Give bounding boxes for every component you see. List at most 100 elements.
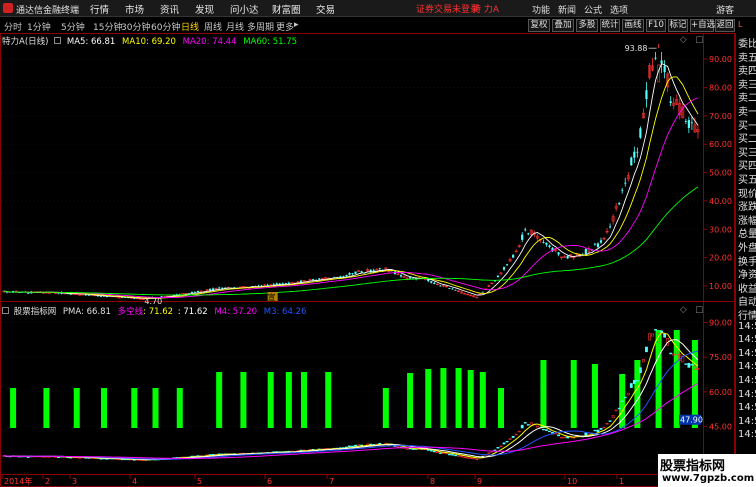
signal-bar — [240, 372, 247, 428]
sub-candle — [411, 448, 415, 450]
x-tick-label: 6 — [267, 477, 272, 486]
guest-label[interactable]: 游客 — [716, 3, 734, 16]
sub-candle — [642, 359, 645, 363]
signal-bar — [655, 330, 662, 428]
kline-chart[interactable]: 90.00 80.00 70.00 60.00 50.00 40.00 30.00 20.00… — [0, 33, 735, 487]
diamond-icon-sub[interactable]: ◇ — [680, 305, 687, 315]
candle-body — [599, 240, 603, 243]
sub-candle — [523, 422, 527, 424]
candle-body — [593, 243, 597, 245]
sub-candle — [663, 333, 667, 338]
candle-body — [439, 285, 442, 287]
sub-candle — [520, 424, 524, 429]
sub-candle — [648, 333, 651, 341]
sub-candle — [511, 435, 515, 438]
diamond-icon[interactable]: ◇ — [680, 35, 687, 45]
period-tick[interactable]: 分时 — [4, 20, 22, 33]
menu-options[interactable]: 选项 — [610, 3, 628, 16]
ma20-label: MA20: 74.44 — [182, 37, 237, 47]
grid-icon[interactable] — [54, 37, 62, 44]
period-30min[interactable]: 30分钟 — [121, 20, 150, 33]
grid-icon-sub[interactable] — [2, 307, 9, 314]
signal-bar — [407, 373, 414, 428]
side-item[interactable]: 14:5 — [738, 321, 756, 332]
overlay-button[interactable]: 叠加 — [552, 19, 574, 32]
side-item[interactable]: 14:5 — [738, 402, 756, 413]
main-corner-marks[interactable]: ◇ □ — [680, 35, 703, 45]
sub-candle — [629, 383, 633, 388]
candle-body — [596, 243, 600, 247]
m3-label: M3: 64.26 — [263, 307, 307, 317]
menu-news[interactable]: 资讯 — [160, 2, 179, 16]
candle-body — [660, 60, 663, 64]
side-item[interactable]: 14:5 — [738, 361, 756, 372]
menu-market[interactable]: 市场 — [125, 2, 144, 16]
ma5-line — [3, 63, 699, 299]
square-icon-sub[interactable]: □ — [695, 305, 703, 315]
sub-candle — [466, 457, 470, 459]
signal-bar — [10, 388, 17, 428]
stats-button[interactable]: 统计 — [600, 19, 620, 32]
sub-y-tick-label: 60.00 — [709, 388, 732, 397]
period-multi[interactable]: 多周期 — [247, 20, 274, 33]
sub-candle — [593, 429, 597, 432]
period-15min[interactable]: 15分钟 — [93, 20, 122, 33]
square-icon[interactable]: □ — [695, 35, 703, 45]
x-tick-label: 2 — [45, 477, 50, 486]
period-monthly[interactable]: 月线 — [226, 20, 244, 33]
period-weekly[interactable]: 周线 — [204, 20, 222, 33]
candle-body — [618, 203, 621, 205]
menu-quotes[interactable]: 行情 — [90, 2, 109, 16]
sub-corner-marks[interactable]: ◇ □ — [680, 305, 703, 315]
add-favorite-button[interactable]: +自选 — [690, 19, 715, 32]
menu-formula[interactable]: 公式 — [584, 3, 602, 16]
adjust-button[interactable]: 复权 — [528, 19, 550, 32]
menu-ask[interactable]: 问小达 — [230, 2, 259, 16]
menu-function[interactable]: 功能 — [532, 3, 550, 16]
app-logo-icon — [3, 3, 13, 13]
sub-candle — [557, 434, 560, 437]
candle-body — [621, 189, 624, 191]
side-item[interactable]: 14:5 — [738, 348, 756, 359]
candle-body — [345, 274, 348, 277]
menu-discover[interactable]: 发现 — [195, 2, 214, 16]
f10-button[interactable]: F10 — [646, 19, 666, 32]
sub-candle — [435, 451, 439, 454]
menu-trade[interactable]: 交易 — [316, 2, 335, 16]
candle-body — [542, 242, 545, 243]
sub-candle — [614, 409, 618, 412]
side-item[interactable]: 14:5 — [738, 389, 756, 400]
period-60min[interactable]: 60分钟 — [151, 20, 180, 33]
draw-button[interactable]: 画线 — [622, 19, 644, 32]
sub-candle — [529, 422, 533, 426]
menu-news2[interactable]: 新闻 — [558, 3, 576, 16]
period-1min[interactable]: 1分钟 — [27, 20, 51, 33]
y-tick-label: 90.00 — [709, 55, 732, 64]
period-daily[interactable]: 日线 — [181, 20, 199, 33]
candle-body — [263, 284, 267, 287]
side-item[interactable]: 14:5 — [738, 375, 756, 386]
candle-body — [496, 275, 500, 278]
side-item[interactable]: 14:5 — [738, 429, 756, 440]
signal-bar — [176, 388, 183, 428]
candle-body — [630, 157, 633, 166]
side-item[interactable]: 14:5 — [738, 416, 756, 427]
login-alert[interactable]: 证券交易未登录 — [416, 2, 479, 15]
sub-candle — [487, 452, 491, 454]
sub-y-tick-label: 90.00 — [709, 319, 732, 328]
menu-wealth[interactable]: 财富圈 — [272, 2, 301, 16]
high-price-label: 93.88 — [625, 44, 648, 53]
x-tick-label: 10 — [567, 477, 577, 486]
multi-stock-button[interactable]: 多股 — [576, 19, 598, 32]
candle-body — [27, 293, 30, 294]
period-5min[interactable]: 5分钟 — [61, 20, 85, 33]
period-more[interactable]: 更多 — [276, 20, 294, 33]
back-button[interactable]: 返回 — [715, 19, 735, 32]
side-item[interactable]: 14:5 — [738, 334, 756, 345]
sub-candle — [499, 445, 503, 448]
signal-bar — [497, 388, 504, 428]
more-arrow-icon[interactable]: ▸ — [294, 20, 299, 30]
mark-button[interactable]: 标记 — [668, 19, 688, 32]
candle-body — [193, 291, 197, 293]
x-tick-label: 4 — [132, 477, 137, 486]
